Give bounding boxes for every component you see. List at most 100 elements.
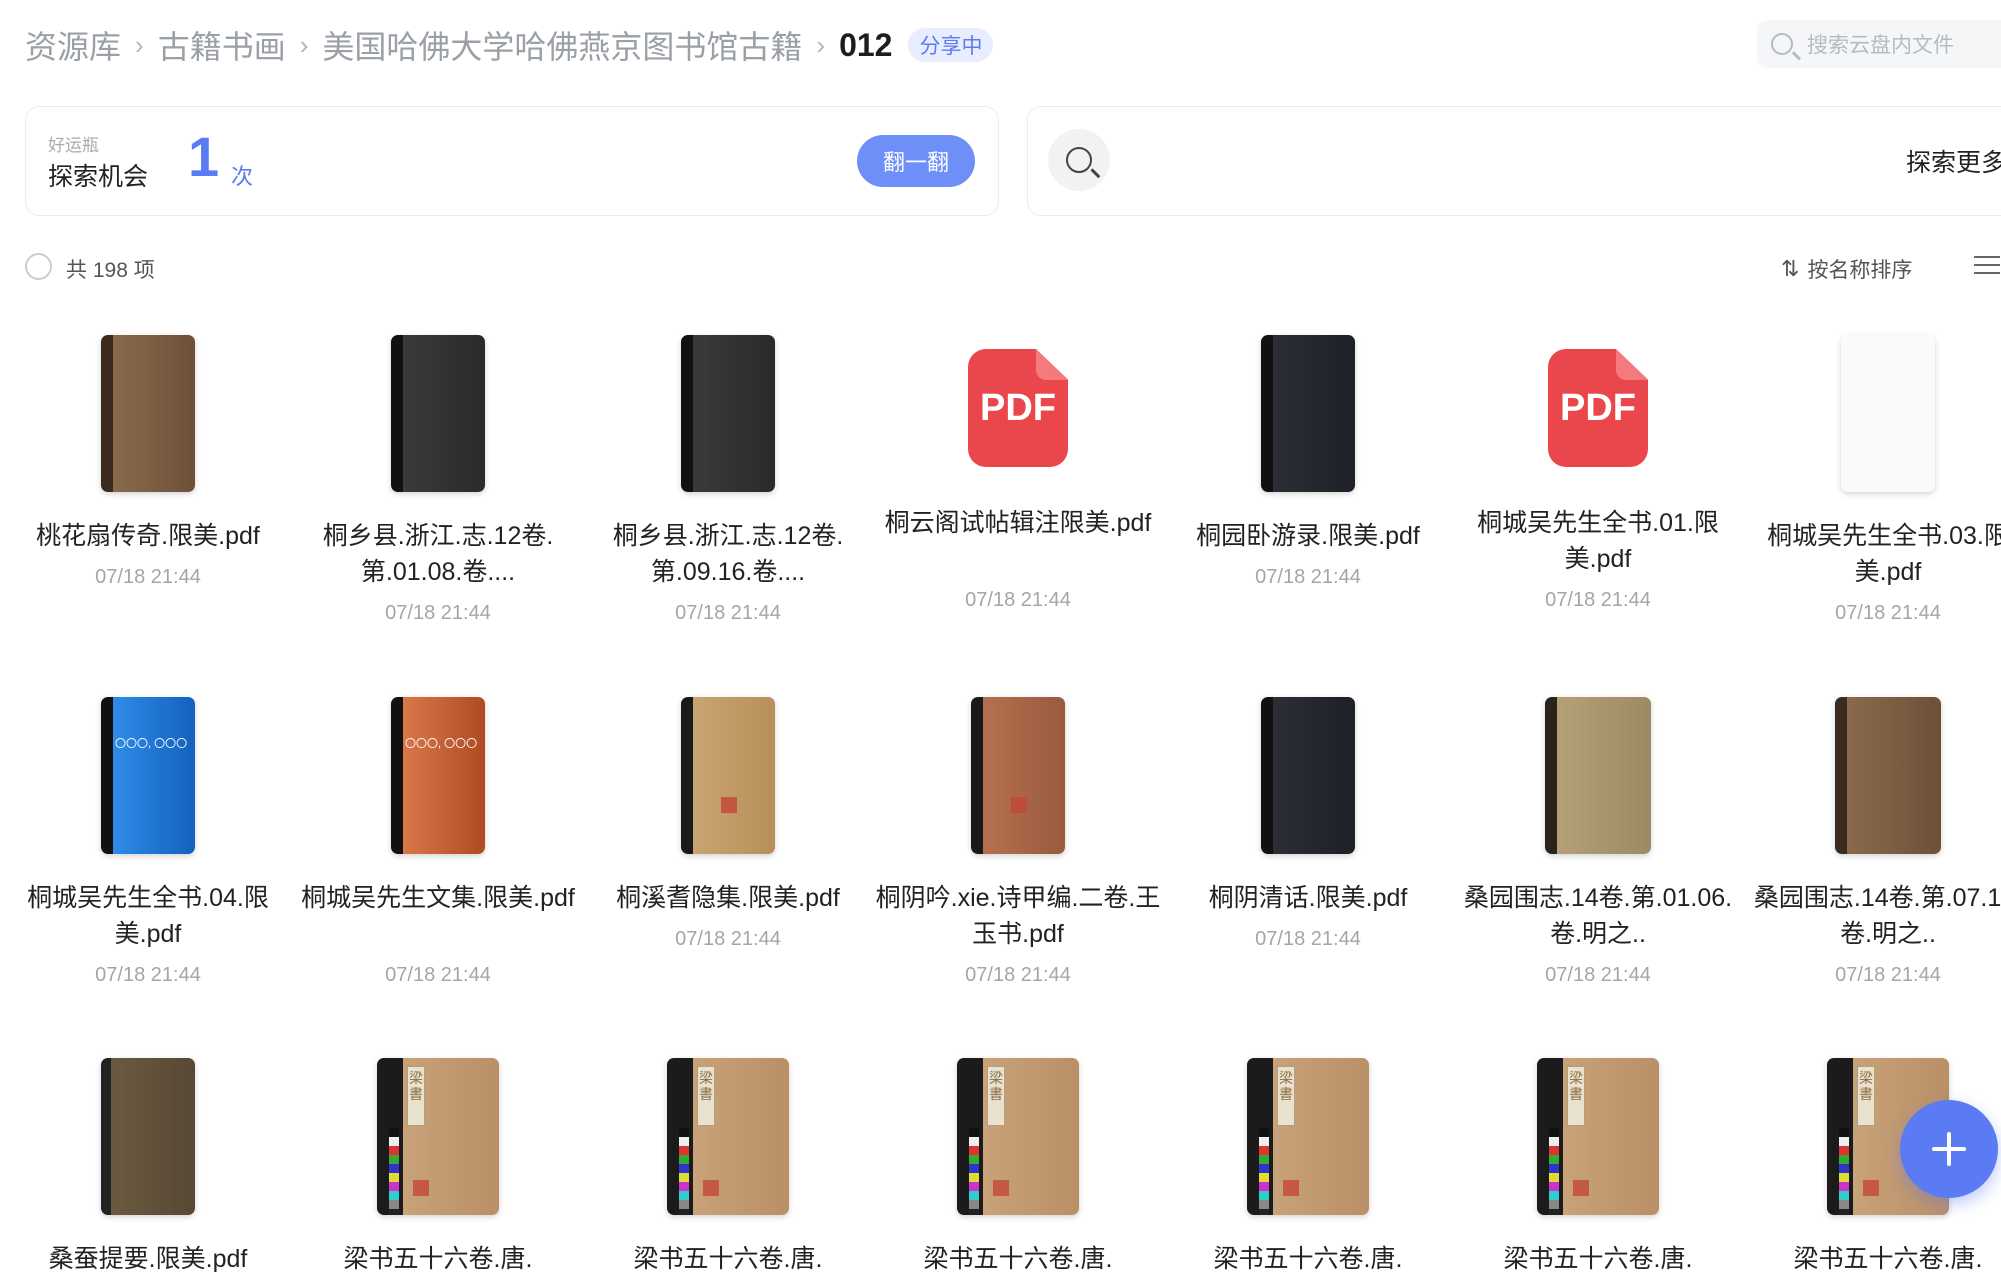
- file-modified-date: 07/18 21:44: [1835, 602, 1941, 624]
- file-name: 桃花扇传奇.限美.pdf: [36, 522, 260, 550]
- file-modified-date: 07/18 21:44: [965, 964, 1071, 986]
- file-item[interactable]: 桐城吴先生全书.03.限美.pdf 07/18 21:44: [1743, 335, 2001, 635]
- file-item[interactable]: 桐乡县.浙江.志.12卷.第.09.16.卷.... 07/18 21:44: [583, 335, 873, 635]
- book-cover-thumbnail: 〇〇〇, 〇〇〇: [101, 697, 195, 854]
- file-name: 梁书五十六卷.唐.: [343, 1245, 533, 1273]
- file-name: 桑蚕提要.限美.pdf: [48, 1245, 248, 1273]
- file-name: 桐云阁试帖辑注限美.pdf: [884, 509, 1152, 537]
- file-item[interactable]: PDF 桐云阁试帖辑注限美.pdf 07/18 21:44: [873, 335, 1163, 635]
- book-cover-thumbnail: [971, 697, 1065, 854]
- book-cover-thumbnail: 梁書: [667, 1058, 789, 1215]
- file-modified-date: 07/18 21:44: [1545, 589, 1651, 611]
- file-name: 桐园卧游录.限美.pdf: [1196, 522, 1420, 550]
- file-item[interactable]: 梁書梁书五十六卷.唐.: [293, 1058, 583, 1281]
- file-item[interactable]: 桐阴吟.xie.诗甲编.二卷.王玉书.pdf 07/18 21:44: [873, 697, 1163, 997]
- file-item[interactable]: 桃花扇传奇.限美.pdf 07/18 21:44: [3, 335, 293, 635]
- color-calibration-bar: [1259, 1128, 1269, 1215]
- cover-title-label: 梁書: [1857, 1066, 1875, 1126]
- cover-title-text: 〇〇〇, 〇〇〇: [115, 738, 188, 750]
- file-item[interactable]: 梁書梁书五十六卷.唐.: [1163, 1058, 1453, 1281]
- file-modified-date: 07/18 21:44: [1835, 964, 1941, 986]
- color-calibration-bar: [389, 1128, 399, 1215]
- book-cover-thumbnail: 〇〇〇, 〇〇〇: [391, 697, 485, 854]
- file-item[interactable]: 〇〇〇, 〇〇〇 桐城吴先生全书.04.限美.pdf 07/18 21:44: [3, 697, 293, 997]
- book-cover-thumbnail: [681, 335, 775, 492]
- add-fab-button[interactable]: [1900, 1100, 1998, 1198]
- book-cover-thumbnail: [1841, 335, 1935, 492]
- library-seal-stamp: [703, 1180, 719, 1196]
- color-calibration-bar: [969, 1128, 979, 1215]
- file-modified-date: 07/18 21:44: [385, 602, 491, 624]
- file-item[interactable]: 〇〇〇, 〇〇〇桐城吴先生文集.限美.pdf 07/18 21:44: [293, 697, 583, 997]
- cover-title-label: 梁書: [407, 1066, 425, 1126]
- book-cover-thumbnail: 梁書: [957, 1058, 1079, 1215]
- file-item[interactable]: 梁書梁书五十六卷.唐.: [873, 1058, 1163, 1281]
- file-name: 梁书五十六卷.唐.: [633, 1245, 823, 1273]
- file-item[interactable]: 桑园围志.14卷.第.01.06.卷.明之.. 07/18 21:44: [1453, 697, 1743, 997]
- file-name: 桐城吴先生文集.限美.pdf: [301, 884, 575, 912]
- cover-title-label: 梁書: [987, 1066, 1005, 1126]
- file-modified-date: 07/18 21:44: [675, 928, 781, 950]
- library-seal-stamp: [993, 1180, 1009, 1196]
- file-name: 桑园围志.14卷.第.01.06.卷.明之..: [1463, 884, 1733, 948]
- file-item[interactable]: 桐园卧游录.限美.pdf 07/18 21:44: [1163, 335, 1453, 635]
- book-cover-thumbnail: 梁書: [377, 1058, 499, 1215]
- file-modified-date: 07/18 21:44: [1255, 928, 1361, 950]
- file-name: 梁书五十六卷.唐.: [1213, 1245, 1403, 1273]
- library-seal-stamp: [1283, 1180, 1299, 1196]
- book-cover-thumbnail: [101, 1058, 195, 1215]
- plus-icon: [1932, 1132, 1966, 1166]
- file-browser-page: 资源库 › 古籍书画 › 美国哈佛大学哈佛燕京图书馆古籍 › 012 分享中 搜…: [0, 0, 2001, 1281]
- file-name: 桐溪耆隐集.限美.pdf: [616, 884, 840, 912]
- pdf-label: PDF: [1560, 386, 1636, 429]
- file-name: 桑园围志.14卷.第.07.12.卷.明之..: [1753, 884, 2001, 948]
- book-cover-thumbnail: [1545, 697, 1651, 854]
- file-item[interactable]: 桐溪耆隐集.限美.pdf 07/18 21:44: [583, 697, 873, 997]
- file-modified-date: 07/18 21:44: [95, 566, 201, 588]
- library-seal-stamp: [1011, 797, 1027, 813]
- color-calibration-bar: [1839, 1128, 1849, 1215]
- pdf-file-icon: PDF: [968, 349, 1068, 467]
- book-cover-thumbnail: 梁書: [1247, 1058, 1369, 1215]
- file-item[interactable]: 桐阴清话.限美.pdf 07/18 21:44: [1163, 697, 1453, 997]
- file-name: 梁书五十六卷.唐.: [1503, 1245, 1693, 1273]
- cover-title-text: 〇〇〇, 〇〇〇: [405, 738, 478, 750]
- library-seal-stamp: [1863, 1180, 1879, 1196]
- cover-title-label: 梁書: [697, 1066, 715, 1126]
- book-cover-thumbnail: [681, 697, 775, 854]
- file-name: 桐乡县.浙江.志.12卷.第.09.16.卷....: [612, 522, 844, 586]
- file-grid: 桃花扇传奇.限美.pdf 07/18 21:44 桐乡县.浙江.志.12卷.第.01…: [0, 0, 2001, 1281]
- book-cover-thumbnail: [101, 335, 195, 492]
- file-modified-date: 07/18 21:44: [1545, 964, 1651, 986]
- file-modified-date: 07/18 21:44: [95, 964, 201, 986]
- color-calibration-bar: [679, 1128, 689, 1215]
- file-modified-date: 07/18 21:44: [965, 589, 1071, 611]
- file-item[interactable]: 桑蚕提要.限美.pdf: [3, 1058, 293, 1281]
- cover-title-label: 梁書: [1277, 1066, 1295, 1126]
- file-name: 桐乡县.浙江.志.12卷.第.01.08.卷....: [322, 522, 554, 586]
- pdf-file-icon: PDF: [1548, 349, 1648, 467]
- file-modified-date: 07/18 21:44: [385, 964, 491, 986]
- file-modified-date: 07/18 21:44: [675, 602, 781, 624]
- file-item[interactable]: 梁書梁书五十六卷.唐.: [1453, 1058, 1743, 1281]
- color-calibration-bar: [1549, 1128, 1559, 1215]
- library-seal-stamp: [1573, 1180, 1589, 1196]
- book-cover-thumbnail: [391, 335, 485, 492]
- book-cover-thumbnail: [1835, 697, 1941, 854]
- pdf-label: PDF: [980, 386, 1056, 429]
- library-seal-stamp: [413, 1180, 429, 1196]
- file-name: 梁书五十六卷.唐.: [1793, 1245, 1983, 1273]
- file-modified-date: 07/18 21:44: [1255, 566, 1361, 588]
- file-name: 梁书五十六卷.唐.: [923, 1245, 1113, 1273]
- book-cover-thumbnail: [1261, 335, 1355, 492]
- file-name: 桐阴吟.xie.诗甲编.二卷.王玉书.pdf: [875, 884, 1161, 948]
- file-name: 桐阴清话.限美.pdf: [1208, 884, 1408, 912]
- file-name: 桐城吴先生全书.01.限美.pdf: [1477, 509, 1719, 573]
- file-item[interactable]: PDF 桐城吴先生全书.01.限美.pdf 07/18 21:44: [1453, 335, 1743, 635]
- book-cover-thumbnail: 梁書: [1537, 1058, 1659, 1215]
- file-item[interactable]: 桐乡县.浙江.志.12卷.第.01.08.卷.... 07/18 21:44: [293, 335, 583, 635]
- file-item[interactable]: 桑园围志.14卷.第.07.12.卷.明之.. 07/18 21:44: [1743, 697, 2001, 997]
- cover-title-label: 梁書: [1567, 1066, 1585, 1126]
- file-name: 桐城吴先生全书.03.限美.pdf: [1767, 522, 2001, 586]
- file-item[interactable]: 梁書梁书五十六卷.唐.: [583, 1058, 873, 1281]
